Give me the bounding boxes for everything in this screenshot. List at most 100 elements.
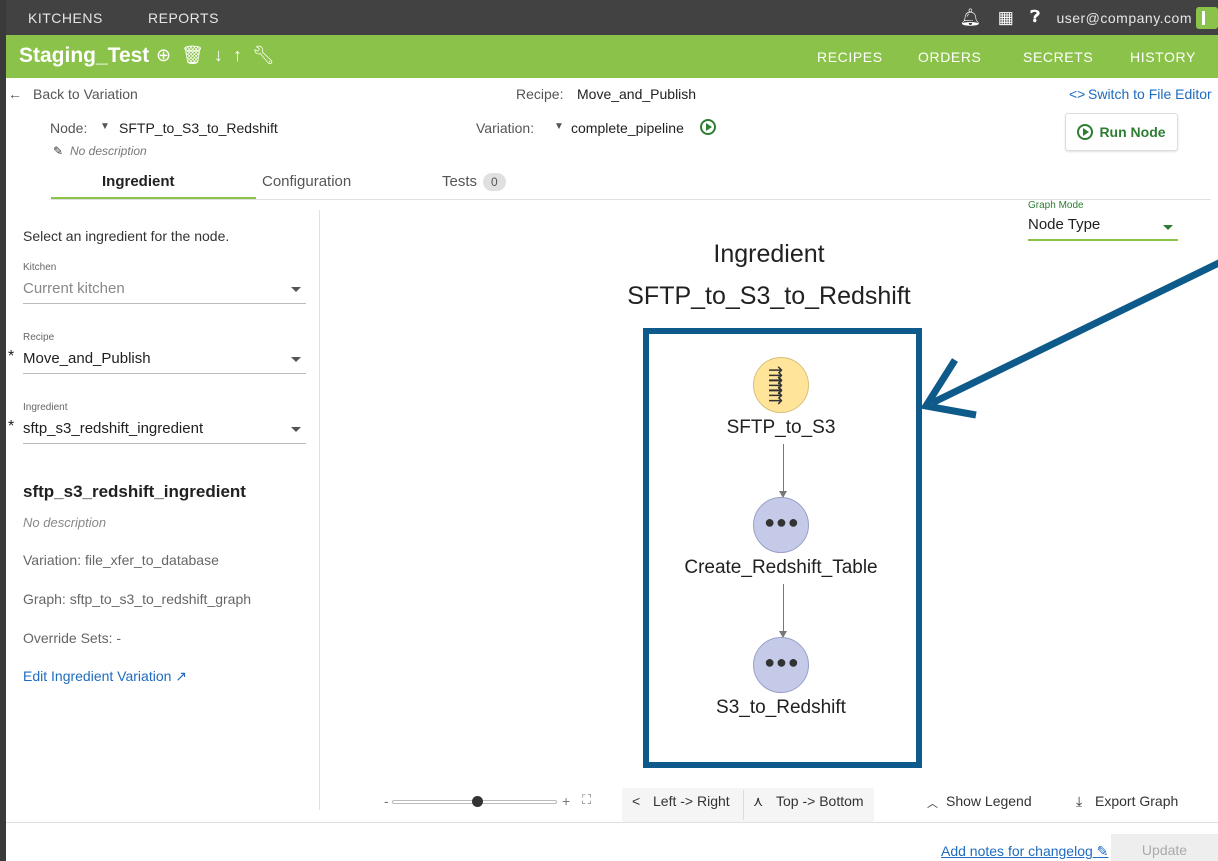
annotation-arrow-line [930, 259, 1218, 407]
export-graph-button[interactable]: Export Graph [1095, 793, 1178, 809]
recipe-value: Move_and_Publish [577, 86, 697, 102]
tab-history[interactable]: HISTORY [1130, 49, 1196, 65]
back-to-variation-link[interactable]: Back to Variation [33, 86, 138, 102]
help-icon[interactable]: ❓︎ [1030, 9, 1040, 27]
tab-recipes[interactable]: RECIPES [817, 49, 883, 65]
pencil-icon: ✎ [1096, 843, 1109, 859]
ingredient-required-mark: * [8, 418, 15, 435]
more-dots-icon: ●●● [764, 652, 800, 672]
tree-icon: ⋏ [753, 793, 764, 809]
zoom-in-icon[interactable]: + [562, 793, 570, 809]
arrow-down-icon[interactable]: ↓ [214, 45, 223, 66]
trash-icon[interactable]: 🗑︎ [181, 45, 204, 66]
footer-divider [6, 822, 1218, 823]
zoom-slider-thumb[interactable] [472, 796, 483, 807]
changelog-label: Add notes for changelog [941, 843, 1093, 859]
node-description: No description [70, 144, 147, 158]
app-window: KITCHENS REPORTS 🔔︎ ▦ ❓︎ user@company.co… [6, 0, 1218, 861]
ingredient-select[interactable]: sftp_s3_redshift_ingredient [23, 420, 203, 437]
ingredient-variation: Variation: file_xfer_to_database [23, 552, 219, 568]
download-icon[interactable]: ⤓ [1076, 793, 1082, 810]
add-circle-icon[interactable]: ⊕ [156, 45, 171, 66]
code-icon[interactable]: <> [1069, 86, 1085, 102]
run-node-button[interactable]: Run Node [1065, 113, 1178, 151]
active-tab-indicator [51, 197, 256, 199]
graph-node-label: S3_to_Redshift [716, 697, 846, 718]
top-navigation: KITCHENS REPORTS 🔔︎ ▦ ❓︎ user@company.co… [6, 0, 1218, 35]
zoom-out-icon[interactable]: - [384, 793, 389, 809]
tab-ingredient[interactable]: Ingredient [102, 173, 175, 190]
run-node-label: Run Node [1099, 124, 1166, 140]
tab-configuration[interactable]: Configuration [262, 173, 351, 190]
variation-value[interactable]: complete_pipeline [571, 120, 684, 136]
ingredient-panel: Select an ingredient for the node. Kitch… [6, 210, 319, 810]
arrow-up-icon[interactable]: ↑ [233, 45, 242, 66]
run-variation-play-icon[interactable] [700, 119, 716, 140]
app-actions: ⊕ 🗑︎ ↓ ↑ 🔧︎ [156, 45, 275, 66]
app-header-bar: Staging_Test ⊕ 🗑︎ ↓ ↑ 🔧︎ RECIPES ORDERS … [6, 35, 1218, 78]
share-icon: < [632, 793, 641, 809]
back-arrow-icon[interactable]: ← [8, 86, 22, 102]
graph-node-s3-to-redshift[interactable]: ●●● [753, 637, 809, 693]
recipe-underline [23, 373, 306, 374]
layout-left-right-button[interactable]: Left -> Right [653, 793, 730, 809]
recipe-label: Recipe: [516, 86, 564, 102]
edit-ingredient-variation-link[interactable]: Edit Ingredient Variation ↗ [23, 668, 187, 685]
graph-node-label: SFTP_to_S3 [726, 417, 836, 438]
node-dropdown-caret-icon[interactable]: ▼ [100, 121, 110, 132]
graph-node-create-redshift-table[interactable]: ●●● [753, 497, 809, 553]
kitchen-select[interactable]: Current kitchen [23, 280, 125, 297]
play-icon [1077, 124, 1094, 140]
switch-file-editor-link[interactable]: Switch to File Editor [1088, 86, 1212, 102]
recipe-required-mark: * [8, 348, 15, 365]
app-title: Staging_Test [19, 44, 150, 67]
tab-secrets[interactable]: SECRETS [1023, 49, 1093, 65]
wrench-icon[interactable]: 🔧︎ [252, 45, 275, 66]
recipe-select[interactable]: Move_and_Publish [23, 350, 151, 367]
ingredient-underline [23, 443, 306, 444]
external-link-icon: ↗ [175, 668, 188, 684]
recipe-caret-icon[interactable] [291, 357, 301, 362]
graph-area: Graph Mode Node Type Ingredient SFTP_to_… [320, 200, 1218, 822]
show-legend-button[interactable]: Show Legend [946, 793, 1032, 809]
ingredient-description: No description [23, 515, 107, 530]
tests-count-badge: 0 [483, 173, 506, 191]
kitchen-field-label: Kitchen [23, 262, 57, 273]
server-icon[interactable]: ▦ [998, 8, 1015, 28]
ingredient-title: sftp_s3_redshift_ingredient [23, 482, 246, 501]
bell-icon[interactable]: 🔔︎ [960, 8, 982, 28]
recipe-field-label: Recipe [23, 332, 55, 343]
nav-kitchens[interactable]: KITCHENS [28, 10, 103, 26]
tests-label: Tests [442, 173, 478, 190]
graph-node-label: Create_Redshift_Table [684, 557, 878, 578]
changelog-link[interactable]: Add notes for changelog ✎ [941, 843, 1108, 860]
chevron-up-icon[interactable]: ︿ [927, 795, 938, 811]
screen-frame: KITCHENS REPORTS 🔔︎ ▦ ❓︎ user@company.co… [0, 0, 1218, 861]
layout-top-bottom-button[interactable]: Top -> Bottom [776, 793, 864, 809]
pencil-icon[interactable]: ✎ [53, 144, 63, 158]
update-button[interactable]: Update [1111, 834, 1218, 861]
logo-icon [1196, 6, 1218, 29]
tab-orders[interactable]: ORDERS [918, 49, 982, 65]
more-dots-icon: ●●● [764, 512, 800, 532]
ingredient-field-label: Ingredient [23, 402, 68, 413]
tab-tests[interactable]: Tests 0 [442, 173, 506, 191]
transfer-icon: ⇶ ⇶ ⇶ [768, 365, 783, 405]
nav-reports[interactable]: REPORTS [148, 10, 219, 26]
variation-dropdown-caret-icon[interactable]: ▼ [554, 121, 564, 132]
node-label: Node: [50, 120, 88, 136]
graph-edge [783, 444, 784, 492]
variation-label: Variation: [476, 120, 535, 136]
topnav-right: 🔔︎ ▦ ❓︎ user@company.com [960, 0, 1218, 35]
layout-divider [743, 790, 744, 820]
kitchen-caret-icon[interactable] [291, 287, 301, 292]
ingredient-graph: Graph: sftp_to_s3_to_redshift_graph [23, 591, 252, 607]
graph-node-sftp-to-s3[interactable]: ⇶ ⇶ ⇶ [753, 357, 809, 413]
fullscreen-icon[interactable]: ⛶ [582, 792, 591, 808]
ingredient-caret-icon[interactable] [291, 427, 301, 432]
edit-link-label: Edit Ingredient Variation [23, 668, 172, 684]
user-email[interactable]: user@company.com [1056, 10, 1192, 26]
ingredient-override-sets: Override Sets: - [23, 630, 122, 646]
node-value[interactable]: SFTP_to_S3_to_Redshift [119, 120, 278, 136]
graph-edge [783, 584, 784, 632]
